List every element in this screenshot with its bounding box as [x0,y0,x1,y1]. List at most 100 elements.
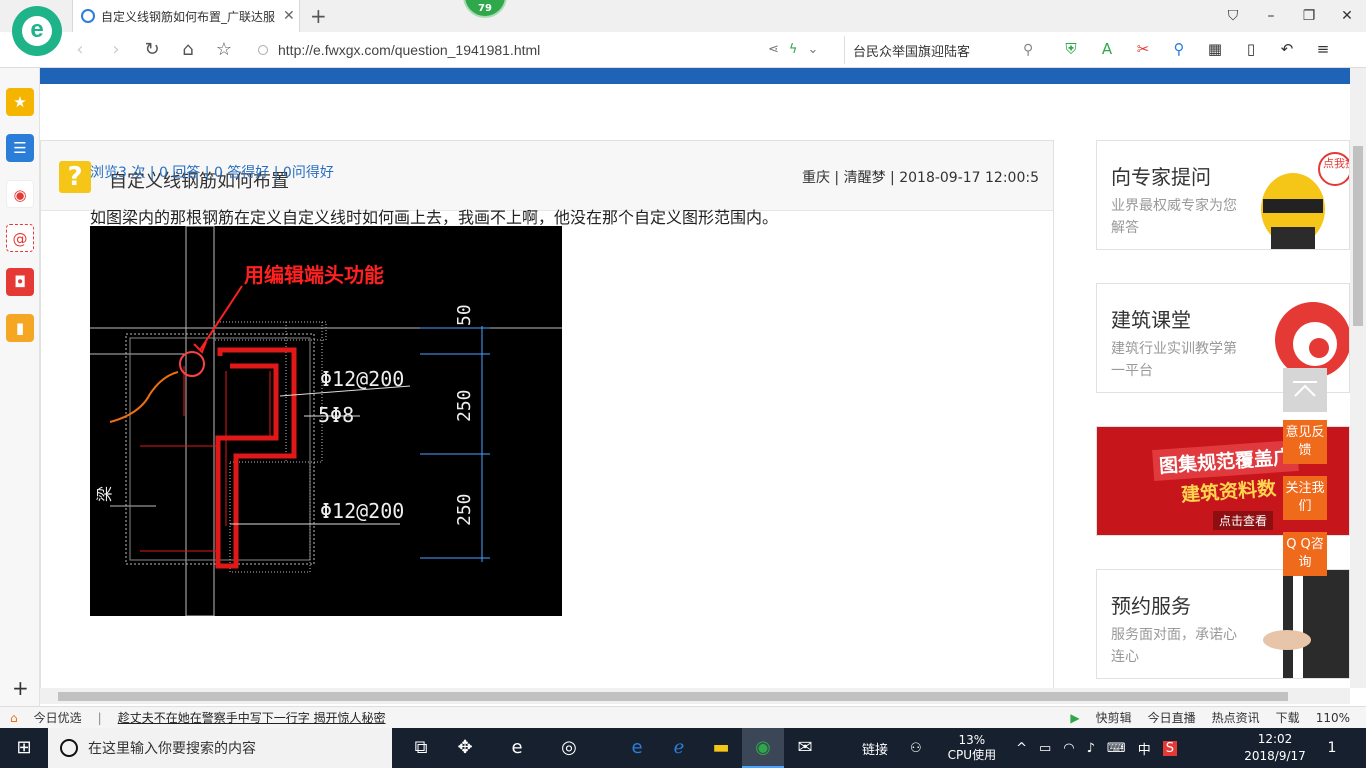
forward-button[interactable]: › [104,38,128,62]
cad-annotation: 用编辑端头功能 [244,263,384,287]
hot-news-link[interactable]: 热点资讯 [1212,709,1260,726]
notebook-icon[interactable]: ▮ [6,314,34,342]
system-tray: 链接 ⚇ 13% CPU使用 ^ ▭ ◠ ♪ ⌨ 中 S [862,728,1177,768]
vertical-scrollbar[interactable] [1350,68,1366,688]
start-windows-icon[interactable]: ⊞ [0,728,48,768]
url-field[interactable]: http://e.fwxgx.com/question_1941981.html [258,36,838,64]
magnifier-icon[interactable]: ⚲ [1168,38,1190,60]
cad-label: 50 [454,304,475,326]
fan-app-icon[interactable]: ✥ [444,728,486,768]
cad-label: 梁 [95,486,114,502]
quick-edit-link[interactable]: 快剪辑 [1096,709,1132,726]
notification-center-icon[interactable]: 1 [1320,736,1344,760]
volume-icon[interactable]: ♪ [1087,741,1095,756]
taskbar-search-input[interactable]: 在这里输入你要搜索的内容 [48,728,392,768]
cad-drawing-image[interactable]: 用编辑端头功能 Φ12@200 5Φ8 Φ12@200 50 250 250 梁 [90,226,562,616]
horizontal-scrollbar[interactable] [40,688,1350,704]
reading-mode-icon[interactable]: ▯ [1240,38,1262,60]
cad-label: 250 [454,389,475,422]
banner-cta-button[interactable]: 点击查看 [1213,511,1274,530]
news-headline-link[interactable]: 趁丈夫不在她在警察手中写下一行字 揭开惊人秘密 [118,709,386,726]
undo-icon[interactable]: ↶ [1276,38,1298,60]
lightning-icon[interactable]: ϟ [789,42,798,57]
mail-icon[interactable]: ✉ [784,728,826,768]
back-button[interactable]: ‹ [68,38,92,62]
window-controls: ⛉ – ❐ ✕ [1214,0,1366,32]
search-input[interactable]: 台民众举国旗迎陆客 ⚲ [844,36,1044,64]
banner-headline: 图集规范覆盖广 [1152,439,1299,482]
360-app-icon[interactable]: ◎ [548,728,590,768]
windows-taskbar: ⊞ 在这里输入你要搜索的内容 ⧉ ✥ e ◎ e ℯ ▬ ◉ ✉ 链接 ⚇ 13… [0,728,1366,768]
favorites-star-icon[interactable]: ★ [6,88,34,116]
file-explorer-icon[interactable]: ▬ [700,728,742,768]
chevron-down-icon[interactable]: ⌄ [807,42,818,57]
share-icon[interactable]: ⋖ [768,42,779,57]
new-tab-button[interactable]: + [310,4,327,28]
cad-drawing-svg: 用编辑端头功能 Φ12@200 5Φ8 Φ12@200 50 250 250 梁 [90,226,562,616]
today-picks-link[interactable]: 今日优选 [34,709,82,726]
reading-list-icon[interactable]: ☰ [6,134,34,162]
tab-active[interactable]: 自定义线钢筋如何布置_广联达服 ✕ [72,0,300,32]
clip-icon: ▶ [1070,710,1080,725]
restore-button[interactable]: ❐ [1290,0,1328,32]
ime-language[interactable]: 中 [1138,739,1151,758]
follow-us-button[interactable]: 关注我们 [1283,476,1327,520]
card-title: 向专家提问 [1111,165,1211,189]
close-button[interactable]: ✕ [1328,0,1366,32]
feedback-button[interactable]: 意见反馈 [1283,420,1327,464]
minimize-button[interactable]: – [1252,0,1290,32]
add-icon[interactable]: + [12,676,29,700]
cad-label: Φ12@200 [320,367,404,391]
search-icon[interactable]: ⚲ [1023,42,1033,58]
search-suggestion: 台民众举国旗迎陆客 [853,44,971,60]
card-subtitle: 服务面对面，承诺心连心 [1111,627,1237,665]
address-bar: ‹ › ↻ ⌂ ☆ http://e.fwxgx.com/question_19… [0,32,1366,68]
favorite-star-icon[interactable]: ☆ [212,38,236,62]
weibo-icon[interactable]: ◉ [6,180,34,208]
shirt-icon[interactable]: ⛉ [1214,0,1252,32]
edge-legacy-icon[interactable]: e [496,728,538,768]
battery-icon[interactable]: ▭ [1039,741,1051,756]
translate-icon[interactable]: A [1096,38,1118,60]
tray-expand-icon[interactable]: ^ [1016,741,1027,756]
divider: | [97,710,102,725]
qq-consult-button[interactable]: Q Q咨询 [1283,532,1327,576]
question-stats[interactable]: 浏览3 次 | 0 回答 | 0 答得好 | 0问得好 [90,162,334,182]
clock[interactable]: 12:02 2018/9/17 [1240,731,1310,765]
back-to-top-button[interactable] [1283,368,1327,412]
appointment-card[interactable]: 预约服务 服务面对面，承诺心连心 [1096,569,1350,679]
game-controller-icon[interactable]: ◘ [6,268,34,296]
menu-icon[interactable]: ≡ [1312,38,1334,60]
wifi-icon[interactable]: ◠ [1063,741,1074,756]
apps-grid-icon[interactable]: ▦ [1204,38,1226,60]
cpu-meter[interactable]: 13% CPU使用 [948,733,996,763]
expert-mascot-icon: 点我提问 [1261,152,1349,249]
live-link[interactable]: 今日直播 [1148,709,1196,726]
zoom-level[interactable]: 110% [1316,711,1350,725]
edge-icon[interactable]: e [616,728,658,768]
home-icon[interactable]: ⌂ [176,38,200,62]
keyboard-icon[interactable]: ⌨ [1107,741,1126,756]
mail-at-icon[interactable]: @ [6,224,34,252]
browser-task-icon[interactable]: ◉ [742,728,784,768]
shield-icon[interactable]: ⛨ [1060,38,1082,60]
question-meta[interactable]: 重庆 | 清醒梦 | 2018-09-17 12:00:5 [802,167,1039,187]
sogou-ime-icon[interactable]: S [1162,740,1177,756]
tab-close-icon[interactable]: ✕ [283,8,295,24]
site-header-strip [40,68,1350,84]
browser-logo-icon[interactable]: e [12,6,62,56]
speed-badge[interactable]: 79 [463,0,507,18]
cortana-icon [60,739,78,757]
cad-label: 5Φ8 [318,403,354,427]
scissors-icon[interactable]: ✂ [1132,38,1154,60]
refresh-icon[interactable]: ↻ [140,38,164,62]
task-view-icon[interactable]: ⧉ [400,728,442,768]
download-link[interactable]: 下载 [1276,709,1300,726]
page-info-icon[interactable] [258,45,268,55]
card-title: 预约服务 [1111,594,1191,618]
cpu-percent: 13% [958,733,986,747]
ask-expert-card[interactable]: 向专家提问 业界最权威专家为您解答 点我提问 [1096,140,1350,250]
people-icon[interactable]: ⚇ [910,741,922,756]
ie-icon[interactable]: ℯ [658,728,700,768]
tray-link[interactable]: 链接 [862,739,888,758]
